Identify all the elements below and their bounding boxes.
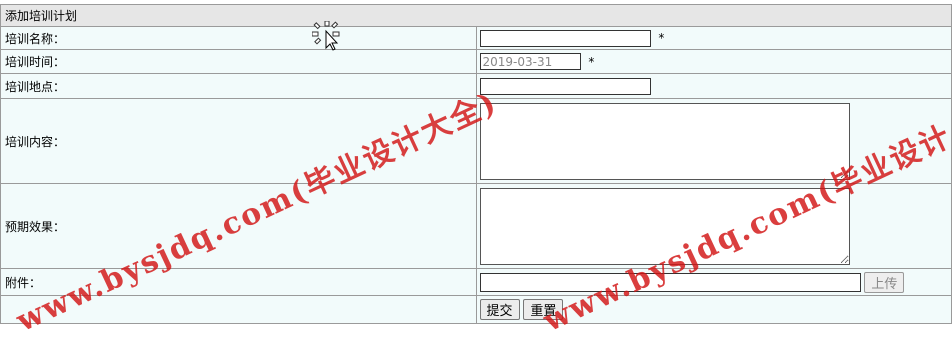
attachment-cell: 上传	[475, 268, 952, 296]
upload-button[interactable]: 上传	[864, 271, 905, 293]
add-training-plan-form: 添加培训计划 培训名称： * 培训时间： * 培训地点： 培训内容： 预期效果：…	[0, 4, 952, 324]
training-name-input[interactable]	[479, 29, 651, 47]
reset-button[interactable]: 重置	[523, 299, 564, 320]
form-title: 添加培训计划	[0, 4, 952, 27]
training-place-label: 培训地点：	[0, 73, 477, 99]
expected-effect-textarea[interactable]	[479, 187, 850, 265]
actions-label-cell	[0, 295, 477, 324]
expected-effect-label: 预期效果：	[0, 183, 477, 269]
training-name-cell: *	[475, 26, 952, 50]
attachment-label: 附件：	[0, 268, 477, 296]
training-time-cell: *	[475, 49, 952, 74]
training-content-cell	[475, 98, 952, 184]
required-mark: *	[588, 54, 595, 69]
training-time-input[interactable]	[479, 53, 581, 70]
training-name-label: 培训名称：	[0, 26, 477, 50]
required-mark: *	[658, 31, 665, 45]
actions-cell: 提交 重置	[475, 295, 952, 324]
training-place-cell	[475, 73, 952, 99]
attachment-input[interactable]	[479, 272, 861, 292]
expected-effect-cell	[475, 183, 952, 269]
training-content-label: 培训内容：	[0, 98, 477, 184]
submit-button[interactable]: 提交	[479, 299, 520, 320]
training-time-label: 培训时间：	[0, 49, 477, 74]
training-place-input[interactable]	[479, 77, 651, 95]
training-content-textarea[interactable]	[479, 102, 850, 180]
